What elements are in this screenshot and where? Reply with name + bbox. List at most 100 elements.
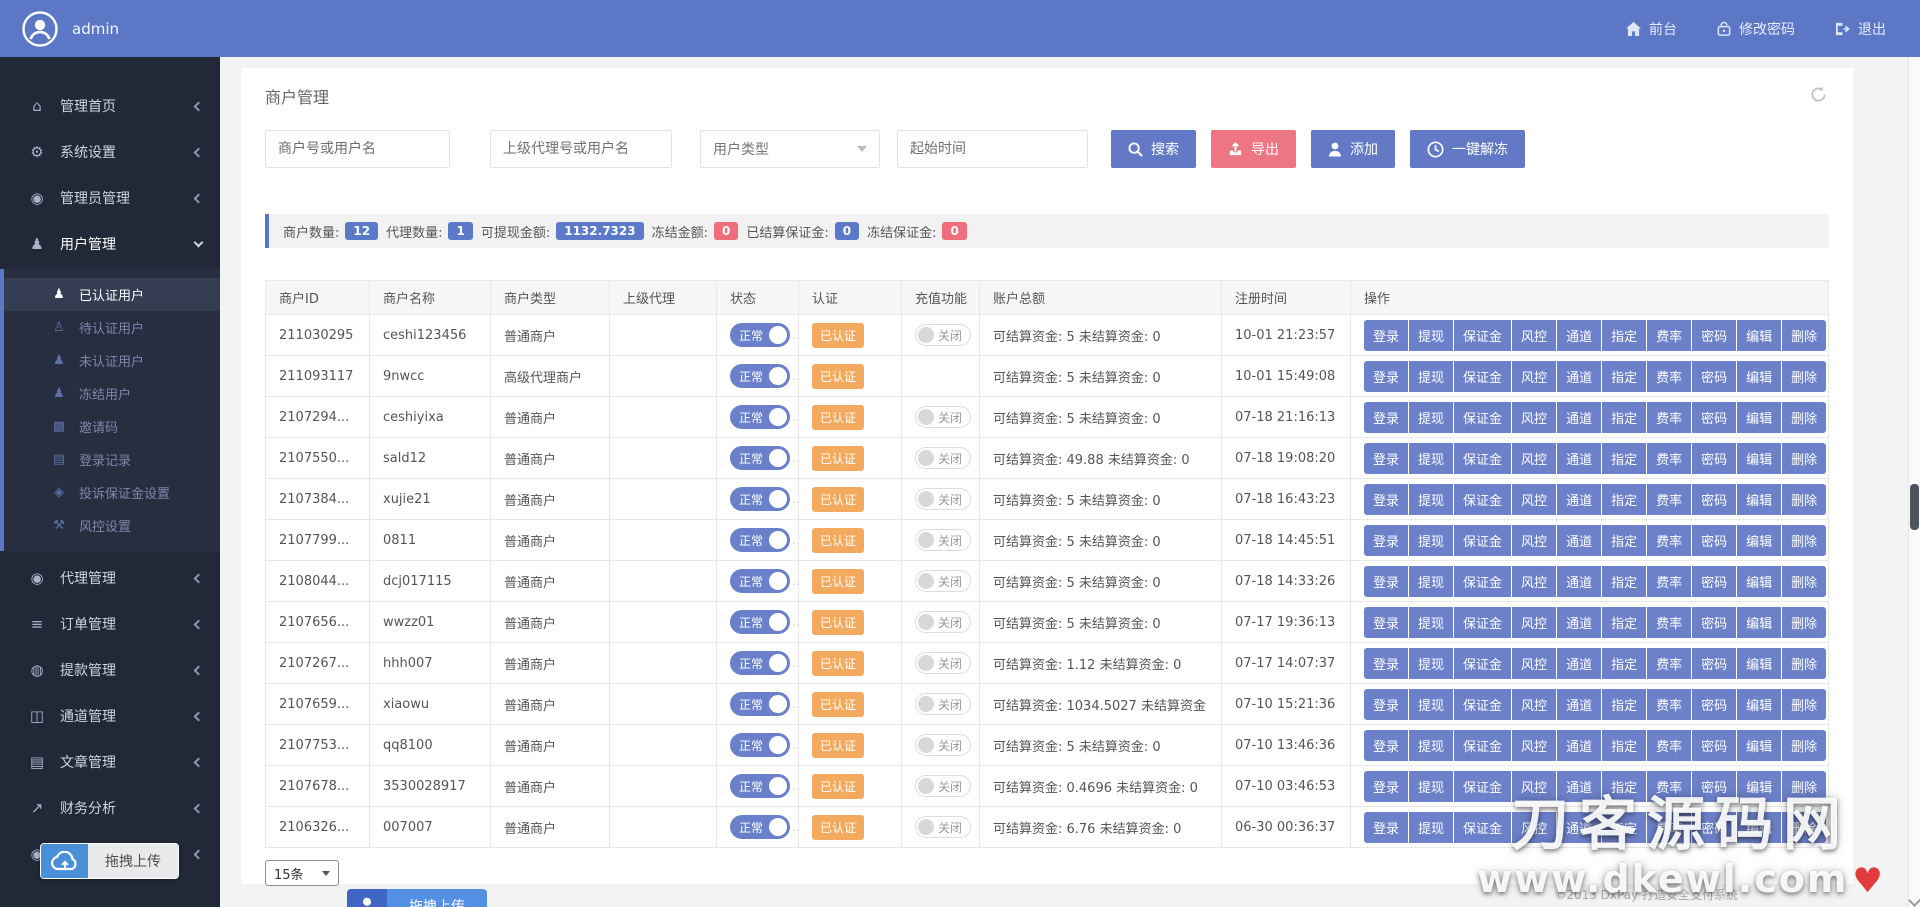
change-password-link[interactable]: 修改密码	[1717, 19, 1795, 39]
deposit-action-button[interactable]: 保证金	[1454, 402, 1511, 433]
status-toggle[interactable]: 正常	[730, 364, 790, 388]
status-toggle[interactable]: 正常	[730, 323, 790, 347]
assign-action-button[interactable]: 指定	[1602, 607, 1646, 638]
login-action-button[interactable]: 登录	[1364, 443, 1408, 474]
password-action-button[interactable]: 密码	[1692, 648, 1736, 679]
search-button[interactable]: 搜索	[1111, 130, 1196, 168]
risk-action-button[interactable]: 风控	[1512, 484, 1556, 515]
withdraw-action-button[interactable]: 提现	[1409, 730, 1453, 761]
recharge-toggle[interactable]: 关闭	[915, 570, 971, 592]
channel-action-button[interactable]: 通道	[1557, 402, 1601, 433]
login-action-button[interactable]: 登录	[1364, 812, 1408, 843]
rate-action-button[interactable]: 费率	[1647, 689, 1691, 720]
sidebar-subitem-verified-users[interactable]: ♟已认证用户	[4, 278, 220, 311]
merchant-search-input[interactable]	[265, 130, 450, 168]
status-toggle[interactable]: 正常	[730, 733, 790, 757]
edit-action-button[interactable]: 编辑	[1737, 771, 1781, 802]
deposit-action-button[interactable]: 保证金	[1454, 812, 1511, 843]
recharge-toggle[interactable]: 关闭	[915, 652, 971, 674]
logout-link[interactable]: 退出	[1835, 19, 1886, 39]
delete-action-button[interactable]: 删除	[1782, 730, 1826, 761]
channel-action-button[interactable]: 通道	[1557, 648, 1601, 679]
rate-action-button[interactable]: 费率	[1647, 566, 1691, 597]
recharge-toggle[interactable]: 关闭	[915, 775, 971, 797]
delete-action-button[interactable]: 删除	[1782, 402, 1826, 433]
agent-search-input[interactable]	[490, 130, 672, 168]
edit-action-button[interactable]: 编辑	[1737, 812, 1781, 843]
export-button[interactable]: 导出	[1211, 130, 1296, 168]
assign-action-button[interactable]: 指定	[1602, 689, 1646, 720]
sidebar-subitem-login-records[interactable]: ▤登录记录	[4, 443, 220, 476]
rate-action-button[interactable]: 费率	[1647, 320, 1691, 351]
risk-action-button[interactable]: 风控	[1512, 361, 1556, 392]
delete-action-button[interactable]: 删除	[1782, 320, 1826, 351]
page-size-select[interactable]: 15条	[265, 860, 339, 886]
drag-upload-widget[interactable]: 拖拽上传	[40, 843, 179, 879]
withdraw-action-button[interactable]: 提现	[1409, 320, 1453, 351]
status-toggle[interactable]: 正常	[730, 815, 790, 839]
deposit-action-button[interactable]: 保证金	[1454, 689, 1511, 720]
password-action-button[interactable]: 密码	[1692, 607, 1736, 638]
deposit-action-button[interactable]: 保证金	[1454, 648, 1511, 679]
sidebar-item-article-management[interactable]: ▤文章管理	[0, 739, 220, 785]
password-action-button[interactable]: 密码	[1692, 320, 1736, 351]
deposit-action-button[interactable]: 保证金	[1454, 771, 1511, 802]
delete-action-button[interactable]: 删除	[1782, 484, 1826, 515]
risk-action-button[interactable]: 风控	[1512, 402, 1556, 433]
refresh-icon[interactable]	[1810, 86, 1827, 103]
sidebar-item-order-management[interactable]: ≡订单管理	[0, 601, 220, 647]
deposit-action-button[interactable]: 保证金	[1454, 320, 1511, 351]
delete-action-button[interactable]: 删除	[1782, 648, 1826, 679]
channel-action-button[interactable]: 通道	[1557, 689, 1601, 720]
edit-action-button[interactable]: 编辑	[1737, 402, 1781, 433]
edit-action-button[interactable]: 编辑	[1737, 730, 1781, 761]
assign-action-button[interactable]: 指定	[1602, 812, 1646, 843]
password-action-button[interactable]: 密码	[1692, 771, 1736, 802]
withdraw-action-button[interactable]: 提现	[1409, 443, 1453, 474]
sidebar-item-admin-management[interactable]: ◉管理员管理	[0, 175, 220, 221]
password-action-button[interactable]: 密码	[1692, 812, 1736, 843]
sidebar-item-withdraw-management[interactable]: ◍提款管理	[0, 647, 220, 693]
password-action-button[interactable]: 密码	[1692, 689, 1736, 720]
status-toggle[interactable]: 正常	[730, 610, 790, 634]
sidebar-item-user-management[interactable]: ♟用户管理	[0, 221, 220, 267]
login-action-button[interactable]: 登录	[1364, 320, 1408, 351]
withdraw-action-button[interactable]: 提现	[1409, 361, 1453, 392]
rate-action-button[interactable]: 费率	[1647, 771, 1691, 802]
delete-action-button[interactable]: 删除	[1782, 607, 1826, 638]
login-action-button[interactable]: 登录	[1364, 648, 1408, 679]
assign-action-button[interactable]: 指定	[1602, 566, 1646, 597]
channel-action-button[interactable]: 通道	[1557, 361, 1601, 392]
risk-action-button[interactable]: 风控	[1512, 771, 1556, 802]
withdraw-action-button[interactable]: 提现	[1409, 525, 1453, 556]
withdraw-action-button[interactable]: 提现	[1409, 648, 1453, 679]
add-button[interactable]: 添加	[1311, 130, 1395, 168]
risk-action-button[interactable]: 风控	[1512, 525, 1556, 556]
drag-upload-widget-2[interactable]: 拖拽上传	[347, 889, 487, 907]
user-type-select[interactable]: 用户类型	[700, 130, 880, 168]
withdraw-action-button[interactable]: 提现	[1409, 689, 1453, 720]
password-action-button[interactable]: 密码	[1692, 730, 1736, 761]
recharge-toggle[interactable]: 关闭	[915, 611, 971, 633]
assign-action-button[interactable]: 指定	[1602, 648, 1646, 679]
edit-action-button[interactable]: 编辑	[1737, 484, 1781, 515]
login-action-button[interactable]: 登录	[1364, 525, 1408, 556]
sidebar-subitem-unverified-users[interactable]: ♟未认证用户	[4, 344, 220, 377]
status-toggle[interactable]: 正常	[730, 528, 790, 552]
sidebar-subitem-risk-settings[interactable]: ⚒风控设置	[4, 509, 220, 542]
rate-action-button[interactable]: 费率	[1647, 484, 1691, 515]
login-action-button[interactable]: 登录	[1364, 730, 1408, 761]
rate-action-button[interactable]: 费率	[1647, 607, 1691, 638]
delete-action-button[interactable]: 删除	[1782, 771, 1826, 802]
start-time-input[interactable]	[897, 130, 1088, 168]
channel-action-button[interactable]: 通道	[1557, 607, 1601, 638]
login-action-button[interactable]: 登录	[1364, 566, 1408, 597]
delete-action-button[interactable]: 删除	[1782, 525, 1826, 556]
risk-action-button[interactable]: 风控	[1512, 812, 1556, 843]
withdraw-action-button[interactable]: 提现	[1409, 607, 1453, 638]
recharge-toggle[interactable]: 关闭	[915, 734, 971, 756]
assign-action-button[interactable]: 指定	[1602, 730, 1646, 761]
login-action-button[interactable]: 登录	[1364, 402, 1408, 433]
channel-action-button[interactable]: 通道	[1557, 771, 1601, 802]
risk-action-button[interactable]: 风控	[1512, 566, 1556, 597]
